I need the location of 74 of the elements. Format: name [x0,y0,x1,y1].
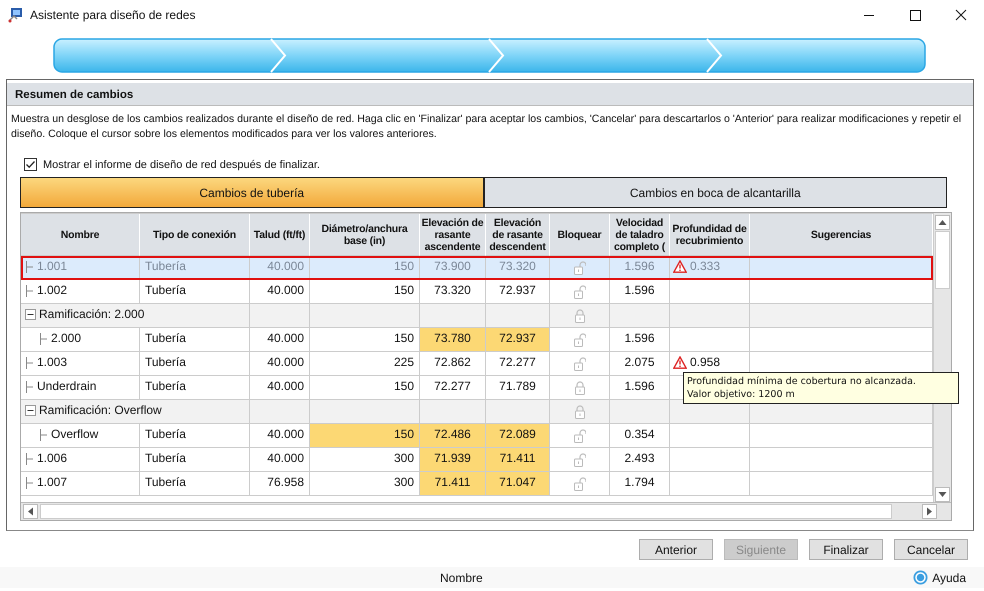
scroll-thumb[interactable] [935,231,950,289]
closed-lock-icon[interactable] [574,309,586,323]
table-row[interactable]: 1.002 Tubería 40.000 150 73.320 72.937 1.596 [21,280,933,304]
open-lock-icon[interactable] [574,261,586,275]
tree-line-icon [25,453,34,465]
window-title: Asistente para diseño de redes [30,8,196,22]
table-row[interactable]: 1.007 Tubería 76.958 300 71.411 71.047 1.794 [21,472,933,496]
table-row[interactable]: 1.003 Tubería 40.000 225 72.862 72.277 2.075 0.958 [21,352,933,376]
group-row[interactable]: Ramificación: 2.000 [21,304,933,328]
tree-line-icon [25,381,34,393]
table-cell: 71.411 [420,472,486,496]
table-cell: 71.047 [486,472,550,496]
scroll-down-icon[interactable] [935,487,950,502]
open-lock-icon[interactable] [574,429,586,443]
tree-line-icon [25,285,34,297]
wizard-button[interactable]: Finalizar [809,539,883,560]
scroll-thumb[interactable] [40,504,892,519]
table-cell: 73.780 [420,328,486,352]
collapse-icon[interactable] [25,405,36,416]
help-link[interactable]: Ayuda [932,570,966,584]
table-cell: 72.089 [486,424,550,448]
status-text: Nombre [440,570,484,584]
tree-line-icon [39,333,48,345]
table-cell: 71.411 [486,448,550,472]
row-name[interactable]: Ramificación: 2.000 [39,305,144,323]
table-row[interactable]: 1.006 Tubería 40.000 300 71.939 71.411 2.493 [21,448,933,472]
description-text: Muestra un desglose de los cambios realizados durante el diseño de red. Haga clic en 'Finalizar' para aceptar los cambios, 'Cancelar' para descartarlos o 'Anterior' para realizar modificaciones y repetir el diseño. Coloque el cursor sobre los elementos modificados para ver los valores anteriores. [10,112,962,142]
row-name[interactable]: Overflow [51,425,98,443]
tab[interactable]: Cambios en boca de alcantarilla [484,177,947,208]
panel-title: Resumen de cambios [7,83,973,106]
group-row[interactable]: Ramificación: Overflow [21,400,933,424]
open-lock-icon[interactable] [574,333,586,347]
collapse-icon[interactable] [25,309,36,320]
scroll-up-icon[interactable] [935,215,950,230]
row-name[interactable]: 2.000 [51,329,82,347]
row-name[interactable]: 1.003 [37,353,68,371]
open-lock-icon[interactable] [574,357,586,371]
wizard-button[interactable]: Anterior [639,539,713,560]
open-lock-icon[interactable] [574,477,586,491]
checkbox-label: Mostrar el informe de diseño de red después de finalizar. [43,158,320,170]
tab[interactable]: Cambios de tubería [20,177,484,208]
row-name[interactable]: Ramificación: Overflow [39,401,162,419]
tree-line-icon [25,357,34,369]
open-lock-icon[interactable] [574,285,586,299]
closed-lock-icon[interactable] [574,381,586,395]
table-cell: 72.937 [486,328,550,352]
tree-line-icon [25,477,34,489]
table-cell: Tubería [140,472,250,496]
wizard-button[interactable]: Cancelar [894,539,968,560]
table-row[interactable]: 2.000 Tubería 40.000 150 73.780 72.937 1.596 [21,328,933,352]
table-cell: 72.486 [420,424,486,448]
row-name[interactable]: 1.006 [37,449,68,467]
scroll-right-icon[interactable] [922,504,937,519]
row-name[interactable]: 1.002 [37,281,68,299]
app-icon [8,7,24,23]
horizontal-scrollbar[interactable] [21,502,951,520]
row-name[interactable]: 1.007 [37,473,68,491]
table-cell: 71.939 [420,448,486,472]
table-row[interactable]: Overflow Tubería 40.000 150 72.486 72.089 0.354 [21,424,933,448]
checkbox[interactable] [24,158,37,171]
row-name[interactable]: Underdrain [37,377,96,395]
table-cell: 150 [310,424,420,448]
table-cell-text: 0.958 [690,354,720,371]
open-lock-icon[interactable] [574,453,586,467]
scroll-left-icon[interactable] [23,504,38,519]
table-cell: 1.794 [610,472,670,496]
tooltip-text: Valor objetivo: 1200 m [687,388,796,401]
tooltip-text: Profundidad mínima de cobertura no alcanzada. [687,375,917,388]
tree-line-icon [25,261,34,273]
tree-line-icon [39,429,48,441]
table-cell: 76.958 [250,472,310,496]
table-cell-text: 0.333 [690,258,720,275]
closed-lock-icon[interactable] [574,405,586,419]
help-icon[interactable] [913,570,928,585]
